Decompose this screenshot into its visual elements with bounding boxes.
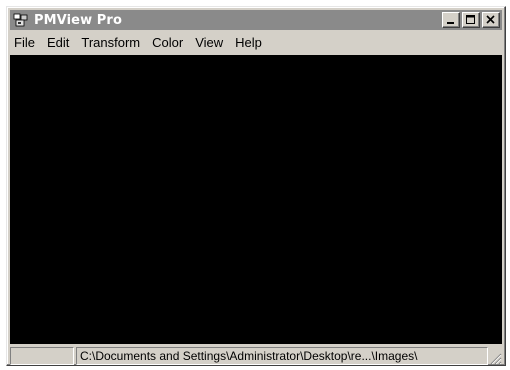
menu-bar: File Edit Transform Color View Help [10, 32, 502, 54]
status-bar: C:\Documents and Settings\Administrator\… [10, 347, 502, 365]
close-button[interactable] [482, 12, 500, 28]
minimize-button[interactable] [442, 12, 460, 28]
status-path: C:\Documents and Settings\Administrator\… [76, 347, 488, 365]
image-canvas[interactable] [10, 55, 502, 344]
title-bar[interactable]: PMView Pro [10, 10, 502, 30]
app-window: PMView Pro File Edit Transform Color Vie… [6, 6, 506, 366]
minimize-icon [447, 22, 454, 24]
caption-buttons [442, 12, 500, 28]
status-pane-info [10, 347, 74, 365]
close-icon [486, 15, 495, 24]
maximize-button[interactable] [462, 12, 480, 28]
menu-help[interactable]: Help [229, 33, 268, 53]
menu-edit[interactable]: Edit [41, 33, 75, 53]
menu-file[interactable]: File [10, 33, 41, 53]
menu-view[interactable]: View [189, 33, 229, 53]
resize-grip-icon [490, 353, 502, 365]
menu-color[interactable]: Color [146, 33, 189, 53]
menu-transform[interactable]: Transform [75, 33, 146, 53]
maximize-icon [466, 15, 475, 24]
resize-grip[interactable] [488, 347, 502, 365]
window-title: PMView Pro [34, 12, 122, 28]
pmview-app-icon[interactable] [12, 12, 30, 28]
